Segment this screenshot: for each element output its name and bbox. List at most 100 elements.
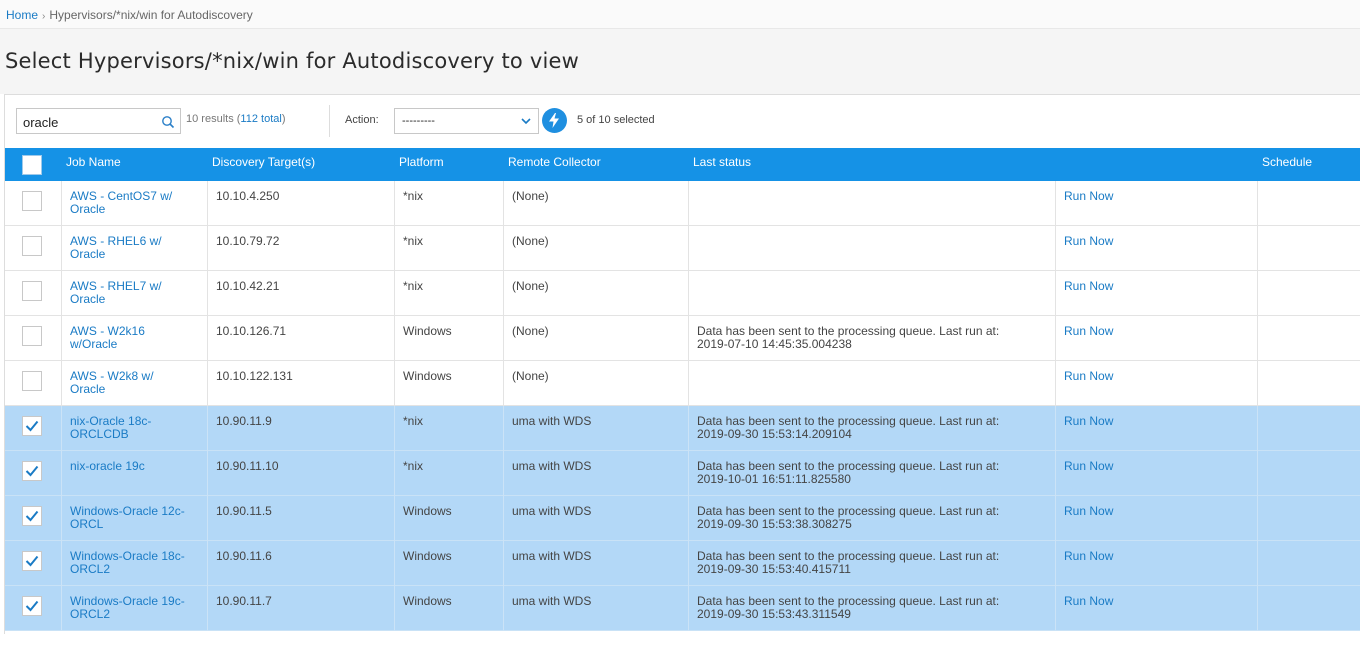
- breadcrumb-home-link[interactable]: Home: [6, 8, 38, 22]
- last-status-line-2: 2019-09-30 15:53:40.415711: [697, 562, 851, 576]
- remote-collector: (None): [512, 234, 549, 248]
- run-now-link[interactable]: Run Now: [1064, 325, 1113, 338]
- run-now-cell: Run Now: [1056, 406, 1258, 451]
- job-name-line-1: nix-oracle 19c: [70, 459, 145, 473]
- remote-collector-cell: uma with WDS: [504, 541, 689, 586]
- job-name-cell: AWS - RHEL6 w/Oracle: [62, 226, 208, 271]
- column-header-schedule[interactable]: Schedule: [1262, 148, 1312, 181]
- job-name-cell: nix-Oracle 18c- ORCLCDB: [62, 406, 208, 451]
- remote-collector-cell: uma with WDS: [504, 496, 689, 541]
- last-status: Data has been sent to the processing que…: [697, 325, 999, 351]
- job-name-link[interactable]: AWS - CentOS7 w/Oracle: [70, 190, 172, 216]
- row-checkbox[interactable]: [22, 461, 42, 481]
- last-status: Data has been sent to the processing que…: [697, 595, 999, 621]
- job-name-line-2: Oracle: [70, 247, 106, 261]
- job-name-link[interactable]: nix-Oracle 18c- ORCLCDB: [70, 415, 151, 441]
- row-checkbox[interactable]: [22, 281, 42, 301]
- run-now-link[interactable]: Run Now: [1064, 370, 1113, 383]
- column-header-last-status[interactable]: Last status: [693, 148, 751, 181]
- run-now-link[interactable]: Run Now: [1064, 550, 1113, 563]
- row-checkbox[interactable]: [22, 191, 42, 211]
- column-header-remote-collector[interactable]: Remote Collector: [508, 148, 601, 181]
- run-now-link[interactable]: Run Now: [1064, 505, 1113, 518]
- platform-cell: Windows: [395, 586, 504, 631]
- results-count: 10 results (112 total): [186, 113, 285, 125]
- table-row[interactable]: AWS - W2k16 w/Oracle 10.10.126.71 Windows (N…: [5, 316, 1360, 361]
- job-name-line-2: ORCL2: [70, 607, 111, 621]
- run-now-link[interactable]: Run Now: [1064, 280, 1113, 293]
- table-row[interactable]: Windows-Oracle 18c- ORCL2 10.90.11.6 Window…: [5, 541, 1360, 586]
- last-status-line-2: 2019-07-10 14:45:35.004238: [697, 337, 852, 351]
- job-name-link[interactable]: AWS - RHEL6 w/Oracle: [70, 235, 162, 261]
- job-name-link[interactable]: AWS - RHEL7 w/Oracle: [70, 280, 162, 306]
- table-row[interactable]: nix-oracle 19c 10.90.11.10 *nix uma with WD…: [5, 451, 1360, 496]
- table-row[interactable]: AWS - CentOS7 w/Oracle 10.10.4.250 *nix (No…: [5, 181, 1360, 226]
- remote-collector: (None): [512, 189, 549, 203]
- row-checkbox[interactable]: [22, 596, 42, 616]
- results-total-link[interactable]: 112 total: [240, 113, 281, 125]
- platform: *nix: [403, 459, 424, 473]
- job-name-cell: Windows-Oracle 18c- ORCL2: [62, 541, 208, 586]
- run-now-link[interactable]: Run Now: [1064, 190, 1113, 203]
- last-status-cell: Data has been sent to the processing que…: [689, 541, 1056, 586]
- checkbox-cell: [5, 496, 62, 541]
- last-status-cell: [689, 271, 1056, 316]
- table-row[interactable]: Windows-Oracle 19c- ORCL2 10.90.11.7 Window…: [5, 586, 1360, 631]
- row-checkbox[interactable]: [22, 506, 42, 526]
- table-row[interactable]: AWS - RHEL6 w/Oracle 10.10.79.72 *nix (None…: [5, 226, 1360, 271]
- remote-collector: uma with WDS: [512, 459, 592, 473]
- discovery-target: 10.90.11.9: [216, 414, 272, 428]
- run-action-button[interactable]: [542, 108, 567, 133]
- job-name-cell: AWS - CentOS7 w/Oracle: [62, 181, 208, 226]
- job-name-link[interactable]: Windows-Oracle 12c- ORCL: [70, 505, 185, 531]
- run-now-cell: Run Now: [1056, 271, 1258, 316]
- remote-collector: uma with WDS: [512, 414, 592, 428]
- run-now-cell: Run Now: [1056, 586, 1258, 631]
- job-name-cell: AWS - RHEL7 w/Oracle: [62, 271, 208, 316]
- run-now-link[interactable]: Run Now: [1064, 460, 1113, 473]
- job-name-line-2: w/Oracle: [70, 337, 118, 351]
- row-checkbox[interactable]: [22, 416, 42, 436]
- job-name-cell: Windows-Oracle 19c- ORCL2: [62, 586, 208, 631]
- table-row[interactable]: AWS - W2k8 w/Oracle 10.10.122.131 Windows (…: [5, 361, 1360, 406]
- checkbox-cell: [5, 451, 62, 496]
- job-name-link[interactable]: nix-oracle 19c: [70, 460, 145, 473]
- run-now-link[interactable]: Run Now: [1064, 595, 1113, 608]
- column-header-job-name[interactable]: Job Name: [66, 148, 121, 181]
- select-all-checkbox[interactable]: [22, 155, 42, 175]
- last-status: Data has been sent to the processing que…: [697, 550, 999, 576]
- results-suffix: ): [281, 113, 286, 125]
- row-checkbox[interactable]: [22, 551, 42, 571]
- action-select[interactable]: ---------: [394, 108, 539, 134]
- table-row[interactable]: Windows-Oracle 12c- ORCL 10.90.11.5 Windows…: [5, 496, 1360, 541]
- platform: Windows: [403, 324, 452, 338]
- search-icon[interactable]: [161, 115, 175, 129]
- platform: *nix: [403, 234, 424, 248]
- table-row[interactable]: AWS - RHEL7 w/Oracle 10.10.42.21 *nix (None…: [5, 271, 1360, 316]
- row-checkbox[interactable]: [22, 326, 42, 346]
- run-now-link[interactable]: Run Now: [1064, 235, 1113, 248]
- checkmark-icon: [25, 465, 39, 477]
- column-header-discovery-targets[interactable]: Discovery Target(s): [212, 148, 315, 181]
- job-name-link[interactable]: AWS - W2k16 w/Oracle: [70, 325, 145, 351]
- job-name-line-2: ORCLCDB: [70, 427, 129, 441]
- remote-collector-cell: (None): [504, 316, 689, 361]
- row-checkbox[interactable]: [22, 371, 42, 391]
- job-name-link[interactable]: AWS - W2k8 w/Oracle: [70, 370, 154, 396]
- search-input[interactable]: [23, 113, 158, 131]
- job-name-link[interactable]: Windows-Oracle 18c- ORCL2: [70, 550, 185, 576]
- row-checkbox[interactable]: [22, 236, 42, 256]
- action-select-value: ---------: [402, 115, 435, 127]
- last-status-line-2: 2019-09-30 15:53:43.311549: [697, 607, 851, 621]
- job-name-link[interactable]: Windows-Oracle 19c- ORCL2: [70, 595, 185, 621]
- schedule-cell: [1258, 406, 1360, 451]
- platform-cell: Windows: [395, 316, 504, 361]
- last-status-cell: Data has been sent to the processing que…: [689, 406, 1056, 451]
- table-row[interactable]: nix-Oracle 18c- ORCLCDB 10.90.11.9 *nix uma …: [5, 406, 1360, 451]
- checkmark-icon: [25, 600, 39, 612]
- last-status-cell: [689, 226, 1056, 271]
- run-now-link[interactable]: Run Now: [1064, 415, 1113, 428]
- remote-collector: (None): [512, 369, 549, 383]
- column-header-platform[interactable]: Platform: [399, 148, 444, 181]
- last-status: Data has been sent to the processing que…: [697, 505, 999, 531]
